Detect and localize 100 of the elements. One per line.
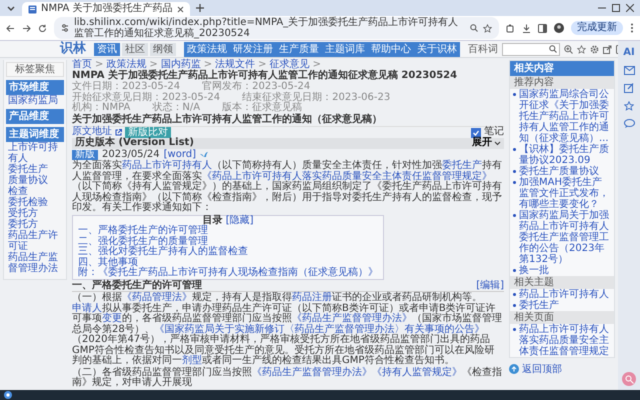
sidebar-link[interactable]: 检查: [6, 186, 64, 197]
chat-icon[interactable]: [624, 119, 634, 128]
address-field[interactable]: lib.shilinx.com/wiki/index.php?title=NMPA_关于加强委托生产药品上市许可持有人监管工作的通知征求意见稿_20230524: [54, 17, 499, 39]
breadcrumb-link[interactable]: 法规文件: [215, 59, 256, 70]
related-link[interactable]: 加强MAH委托生产监管文件正式发布，有哪些主要变化？: [510, 177, 614, 210]
toc-link[interactable]: 四、其他事项: [78, 258, 378, 268]
sidebar-icon[interactable]: [538, 24, 547, 32]
nav-link[interactable]: 政策法规: [184, 42, 230, 56]
sidebar-link[interactable]: 药品生产许可证: [6, 230, 64, 252]
text-link[interactable]: 《持有人监管规定》: [372, 366, 462, 378]
sidebar-link[interactable]: 委托生产: [6, 164, 64, 175]
nav-link[interactable]: 主题词库: [322, 42, 368, 56]
word-link[interactable]: [word]: [164, 150, 196, 160]
site-tab[interactable]: 社区: [122, 42, 148, 56]
text-link[interactable]: 《药品上市许可持有人落实药品质量安全主体责任监督管理规定》: [202, 170, 492, 182]
toc-link[interactable]: 二、强化委托生产的质量管理: [78, 236, 378, 247]
source-link[interactable]: 原文地址: [72, 127, 112, 138]
text-link[interactable]: 《国家药监局关于实施新修订〈药品生产监督管理办法〉有关事项的公告》: [154, 324, 485, 334]
text-link[interactable]: 药品注册: [292, 292, 332, 303]
text-link[interactable]: 申请人: [72, 302, 102, 314]
new-tab-icon[interactable]: [196, 4, 204, 12]
maximize-icon[interactable]: [612, 4, 620, 12]
edit-link[interactable]: [编辑]: [476, 280, 504, 291]
download-icon[interactable]: [522, 24, 531, 32]
site-tab[interactable]: 资讯: [94, 42, 120, 56]
toc-link[interactable]: 附：《委托生产药品上市许可持有人现场检查指南（征求意见稿）》: [78, 268, 378, 278]
forward-icon[interactable]: [22, 24, 31, 32]
related-link[interactable]: 委托生产质量协议: [510, 166, 614, 177]
menu-icon[interactable]: [630, 23, 634, 33]
related-link[interactable]: 药品上市许可持有人落实药品质量安全主体责任监督管理规定: [510, 324, 614, 357]
text-link[interactable]: 委托生产: [442, 160, 482, 171]
profile-icon[interactable]: [554, 23, 564, 33]
close-icon[interactable]: [176, 6, 184, 12]
search-icon[interactable]: [549, 45, 557, 53]
reload-icon[interactable]: [38, 24, 47, 32]
close-icon[interactable]: [626, 4, 634, 12]
sidebar-link[interactable]: 受托方: [6, 208, 64, 219]
nav-link[interactable]: 关于识林: [414, 42, 460, 56]
star-icon[interactable]: [577, 44, 586, 54]
extensions-icon[interactable]: [506, 24, 515, 32]
edit-icon[interactable]: [624, 83, 634, 93]
share-icon[interactable]: [603, 44, 612, 54]
browser-tab[interactable]: NMPA 关于加强委托生产药品: [22, 2, 190, 16]
sidebar-link[interactable]: 质量协议: [6, 175, 64, 186]
back-icon[interactable]: [6, 24, 15, 32]
breadcrumb-link[interactable]: 首页: [72, 59, 92, 70]
text-link[interactable]: 药品上市许可持有人: [122, 160, 212, 171]
sidebar-link[interactable]: 上市许可持有人: [6, 142, 64, 164]
paragraph: （二）各省级药品监督管理部门应当按照《药品生产监督管理办法》《持有人监管规定》《检查指南》规定，对申请人开展现: [72, 368, 503, 388]
section-title: 推荐内容: [510, 76, 614, 89]
site-settings-icon[interactable]: [61, 24, 69, 32]
zoom-icon[interactable]: [470, 24, 478, 32]
refresh-link[interactable]: 换一批: [510, 265, 614, 276]
tag-focus-button[interactable]: 标签聚焦: [6, 62, 64, 77]
zoom-in-icon[interactable]: [564, 44, 573, 54]
related-link[interactable]: 药品上市许可持有人: [510, 289, 614, 300]
toc-link[interactable]: 三、强化对委托生产持有人的监督检查: [78, 247, 378, 258]
related-link[interactable]: 【识林】委托生产质量协议2023.09: [510, 144, 614, 166]
back-to-top-link[interactable]: 返回顶部: [522, 362, 562, 376]
star-icon[interactable]: [483, 24, 492, 32]
sidebar-link[interactable]: 药品生产监督管理办法: [6, 252, 64, 274]
meta-field: 机构：NMPA: [72, 103, 130, 114]
nav-link[interactable]: 生产质量: [276, 42, 322, 56]
breadcrumb-separator: >: [95, 59, 104, 70]
panel-title: 相关内容: [510, 61, 614, 76]
related-link[interactable]: 委托生产: [510, 300, 614, 311]
gear-icon[interactable]: [590, 44, 599, 54]
bird-icon: [200, 151, 208, 158]
external-link-icon[interactable]: [115, 129, 122, 136]
breadcrumb-link[interactable]: 政策法规: [106, 59, 146, 70]
text-link[interactable]: 变更: [102, 313, 122, 324]
section-heading: 一、严格委托生产的许可管理: [72, 280, 202, 291]
breadcrumb-link[interactable]: 国内药监: [160, 59, 201, 70]
note-checkbox[interactable]: [471, 128, 481, 138]
sidebar-link[interactable]: 委托检验: [6, 197, 64, 208]
expand-button[interactable]: 展开: [472, 138, 501, 148]
sidebar-link[interactable]: 国家药监局: [6, 95, 64, 106]
site-tab[interactable]: 纲领: [150, 42, 176, 56]
text-link[interactable]: 《药品管理法》: [122, 292, 192, 303]
update-button[interactable]: 完成更新: [571, 21, 623, 35]
star-icon[interactable]: [624, 101, 634, 111]
app-icon[interactable]: [4, 391, 12, 399]
breadcrumb-link[interactable]: 征求意见: [270, 59, 310, 70]
mail-icon[interactable]: [624, 66, 634, 75]
up-arrow-icon[interactable]: [509, 364, 519, 374]
hide-link[interactable]: [隐藏]: [226, 214, 254, 226]
nav-link[interactable]: 帮助中心: [368, 42, 414, 56]
ai-button[interactable]: AI: [623, 47, 635, 58]
breadcrumb-current: NMPA 关于加强委托生产药品上市许可持有人监管工作的通知征求意见稿 20230524: [72, 70, 458, 80]
site-logo[interactable]: 识林: [60, 42, 86, 56]
nav-link[interactable]: 研发注册: [230, 42, 276, 56]
text-link[interactable]: 《药品生产监督管理办法》: [292, 313, 412, 324]
related-link[interactable]: 国家药监局关于加强药品上市许可持有人委托生产监督管理工作的公告（2023年第132号）: [510, 210, 614, 265]
toc-link[interactable]: 一、严格委托生产的许可管理: [78, 226, 378, 236]
text-link[interactable]: 剂型: [182, 355, 202, 366]
sidebar-link[interactable]: 委托方: [6, 219, 64, 230]
search-field[interactable]: [502, 42, 560, 56]
text-link[interactable]: 《药品生产监督管理办法》: [252, 366, 372, 378]
section-title: 相关页面: [510, 311, 614, 324]
related-link[interactable]: 国家药监局综合司公开征求《关于加强委托生产药品上市许可持有人监管工作的通知（征求意见稿）...: [510, 89, 614, 144]
